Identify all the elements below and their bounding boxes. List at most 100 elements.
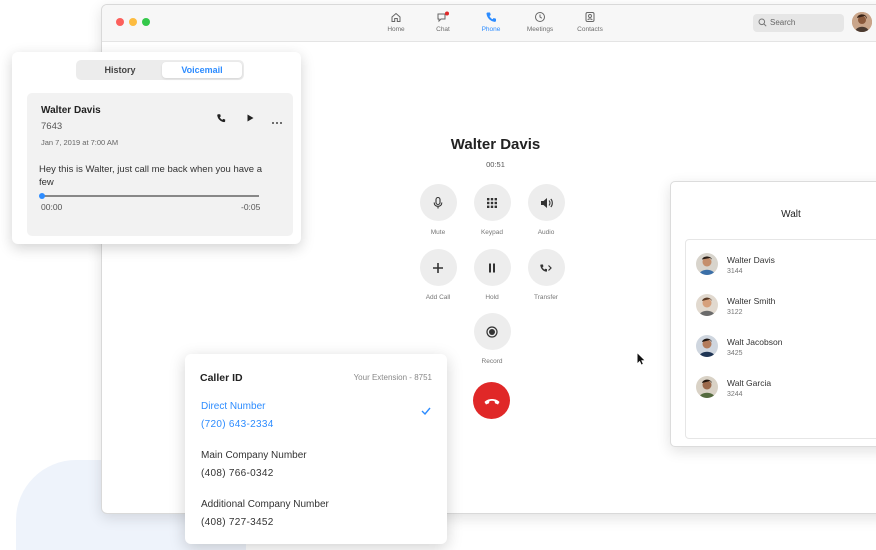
maximize-window-button[interactable] — [142, 18, 150, 26]
end-call-button[interactable] — [473, 382, 510, 419]
caller-id-option-label: Direct Number — [201, 401, 266, 412]
more-icon — [272, 122, 282, 124]
caller-id-option-main-company[interactable]: Main Company Number (408) 766-0342 — [201, 450, 431, 479]
nav-contacts[interactable]: Contacts — [568, 11, 612, 33]
user-avatar[interactable] — [852, 12, 872, 32]
nav-chat[interactable]: Chat — [421, 11, 465, 33]
contact-search-input[interactable]: Walt — [671, 209, 876, 220]
home-icon — [391, 12, 401, 22]
plus-icon — [433, 262, 443, 273]
voicemail-progress-bar[interactable] — [39, 193, 259, 199]
voicemail-call-back-button[interactable] — [216, 110, 226, 128]
contact-name: Walter Smith — [727, 296, 776, 306]
caller-id-option-label: Main Company Number — [201, 450, 307, 461]
add-call-button[interactable]: Add Call — [408, 249, 468, 301]
voicemail-more-button[interactable] — [271, 112, 283, 130]
caller-id-title: Caller ID — [200, 372, 243, 384]
voicemail-panel: History Voicemail Walter Davis 7643 Jan … — [12, 52, 301, 244]
voicemail-progress-handle[interactable] — [39, 193, 45, 199]
voicemail-elapsed-time: 00:00 — [41, 202, 63, 212]
nav-home[interactable]: Home — [374, 11, 418, 33]
contact-result-walter-smith[interactable]: Walter Smith 3122 — [696, 294, 876, 322]
contact-name: Walt Jacobson — [727, 337, 783, 347]
search-placeholder: Search — [770, 18, 796, 27]
voicemail-card[interactable]: Walter Davis 7643 Jan 7, 2019 at 7:00 AM… — [27, 93, 293, 236]
contact-avatar — [696, 376, 718, 398]
voicemail-date: Jan 7, 2019 at 7:00 AM — [41, 138, 119, 147]
nav-meetings[interactable]: Meetings — [518, 11, 562, 33]
contacts-icon — [585, 12, 595, 22]
audio-button[interactable]: Audio — [516, 184, 576, 236]
hold-label: Hold — [485, 294, 499, 301]
pause-icon — [489, 263, 495, 272]
chat-icon — [437, 11, 449, 23]
tab-voicemail[interactable]: Voicemail — [162, 62, 242, 78]
contact-avatar — [696, 253, 718, 275]
tab-history[interactable]: History — [78, 62, 162, 78]
voicemail-remaining-time: -0:05 — [241, 202, 261, 212]
transfer-button[interactable]: Transfer — [516, 249, 576, 301]
caller-id-option-number: (408) 727-3452 — [201, 517, 274, 528]
phone-icon — [217, 114, 226, 123]
keypad-button[interactable]: Keypad — [462, 184, 522, 236]
phone-icon — [486, 12, 496, 22]
contact-name: Walter Davis — [727, 255, 775, 265]
record-button[interactable]: Record — [462, 313, 522, 365]
mute-button[interactable]: Mute — [408, 184, 468, 236]
mouse-cursor — [637, 353, 645, 365]
contact-result-walt-garcia[interactable]: Walt Garcia 3244 — [696, 376, 876, 404]
search-input[interactable]: Search — [753, 14, 844, 32]
history-voicemail-tabs: History Voicemail — [76, 60, 244, 80]
checkmark-icon — [421, 407, 431, 415]
nav-home-label: Home — [387, 26, 405, 33]
nav-phone[interactable]: Phone — [469, 11, 513, 33]
caller-id-option-number: (408) 766-0342 — [201, 468, 274, 479]
caller-id-panel: Caller ID Your Extension - 8751 Direct N… — [185, 354, 447, 544]
speaker-icon — [540, 197, 553, 208]
nav-contacts-label: Contacts — [577, 26, 603, 33]
add-call-label: Add Call — [425, 294, 451, 301]
your-extension: Your Extension - 8751 — [353, 373, 432, 382]
user-avatar-image — [852, 12, 872, 32]
clock-icon — [535, 12, 545, 22]
transfer-icon — [540, 264, 552, 272]
caller-id-option-number: (720) 643-2334 — [201, 419, 274, 430]
contact-extension: 3244 — [727, 391, 743, 398]
voicemail-caller-name: Walter Davis — [41, 105, 101, 116]
call-timer: 00:51 — [486, 160, 505, 169]
record-icon — [486, 325, 498, 338]
contact-extension: 3144 — [727, 268, 743, 275]
nav-meetings-label: Meetings — [526, 26, 554, 33]
contact-search-panel: Walt Walter Davis 3144 Walter Smith 3122… — [670, 181, 876, 447]
caller-name: Walter Davis — [450, 136, 541, 153]
close-window-button[interactable] — [116, 18, 124, 26]
nav-phone-label: Phone — [481, 26, 501, 33]
caller-id-option-label: Additional Company Number — [201, 499, 329, 510]
keypad-label: Keypad — [480, 229, 504, 236]
caller-id-option-direct[interactable]: Direct Number (720) 643-2334 — [201, 401, 431, 430]
voicemail-transcript: Hey this is Walter, just call me back wh… — [39, 164, 262, 188]
contact-results-list: Walter Davis 3144 Walter Smith 3122 Walt… — [685, 239, 876, 439]
contact-name: Walt Garcia — [727, 378, 772, 388]
minimize-window-button[interactable] — [129, 18, 137, 26]
record-label: Record — [481, 358, 503, 365]
mute-label: Mute — [430, 229, 446, 236]
play-icon — [247, 114, 254, 122]
voicemail-play-button[interactable] — [245, 110, 255, 128]
hang-up-icon — [484, 398, 499, 404]
nav-chat-label: Chat — [436, 26, 450, 33]
microphone-icon — [433, 196, 443, 208]
voicemail-caller-extension: 7643 — [41, 121, 63, 132]
audio-label: Audio — [537, 229, 555, 236]
caller-id-option-additional-company[interactable]: Additional Company Number (408) 727-3452 — [201, 499, 431, 528]
transfer-label: Transfer — [534, 294, 558, 301]
contact-result-walter-davis[interactable]: Walter Davis 3144 — [696, 253, 876, 281]
hold-button[interactable]: Hold — [462, 249, 522, 301]
search-icon — [758, 18, 767, 27]
keypad-icon — [487, 197, 497, 208]
title-bar: Home Chat Phone Meetings Contacts Search — [102, 5, 876, 42]
contact-extension: 3425 — [727, 350, 743, 357]
contact-avatar — [696, 294, 718, 316]
contact-result-walt-jacobson[interactable]: Walt Jacobson 3425 — [696, 335, 876, 363]
contact-avatar — [696, 335, 718, 357]
